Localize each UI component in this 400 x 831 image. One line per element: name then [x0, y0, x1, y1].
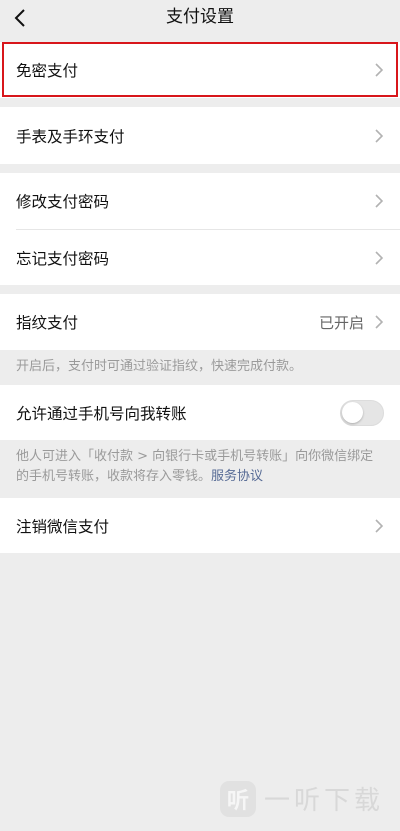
chevron-right-icon [375, 518, 384, 533]
settings-group-1: 免密支付 [0, 42, 400, 98]
phone-transfer-label: 允许通过手机号向我转账 [16, 404, 187, 423]
fingerprint-status: 已开启 [318, 313, 364, 332]
fingerprint-note: 开启后，支付时可通过验证指纹，快速完成付款。 [0, 350, 400, 385]
chevron-right-icon [375, 250, 384, 265]
chevron-right-icon [375, 194, 384, 208]
no-password-pay-label: 免密支付 [16, 62, 79, 80]
forgot-password-label: 忘记支付密码 [16, 249, 110, 268]
settings-group-watch: 手表及手环支付 [0, 107, 400, 164]
service-agreement-link[interactable]: 服务协议 [211, 469, 263, 484]
settings-group-transfer: 允许通过手机号向我转账 [0, 385, 400, 440]
toggle-knob [342, 401, 363, 423]
chevron-right-icon [375, 315, 384, 329]
page-title: 支付设置 [166, 7, 234, 27]
watermark-text: 一听下载 [263, 786, 384, 816]
fingerprint-pay-label: 指纹支付 [16, 314, 79, 332]
watch-band-pay-item[interactable]: 手表及手环支付 [0, 107, 400, 164]
phone-transfer-item: 允许通过手机号向我转账 [0, 385, 400, 440]
fingerprint-pay-item[interactable]: 指纹支付 已开启 [0, 294, 400, 350]
navigation-bar: 支付设置 [0, 0, 400, 36]
settings-group-cancel: 注销微信支付 [0, 498, 400, 553]
cancel-wechat-pay-item[interactable]: 注销微信支付 [0, 498, 400, 553]
watch-band-pay-label: 手表及手环支付 [16, 127, 125, 146]
watermark-logo-icon: 听 [219, 780, 256, 817]
settings-group-fingerprint: 指纹支付 已开启 [0, 294, 400, 350]
chevron-right-icon [375, 128, 384, 143]
forgot-password-item[interactable]: 忘记支付密码 [0, 230, 400, 285]
watermark: 听 一听下载 [219, 780, 384, 817]
phone-transfer-note: 他人可进入「收付款 > 向银行卡或手机号转账」向你微信绑定的手机号转账，收款将存… [0, 440, 400, 495]
change-password-label: 修改支付密码 [16, 193, 110, 211]
phone-transfer-note-text: 他人可进入「收付款 > 向银行卡或手机号转账」向你微信绑定的手机号转账，收款将存… [16, 449, 374, 484]
settings-group-password: 修改支付密码 忘记支付密码 [0, 173, 400, 285]
chevron-right-icon [375, 63, 384, 77]
no-password-pay-item[interactable]: 免密支付 [0, 42, 400, 98]
phone-transfer-toggle[interactable] [340, 399, 384, 426]
change-password-item[interactable]: 修改支付密码 [0, 173, 400, 229]
cancel-wechat-pay-label: 注销微信支付 [16, 517, 110, 536]
